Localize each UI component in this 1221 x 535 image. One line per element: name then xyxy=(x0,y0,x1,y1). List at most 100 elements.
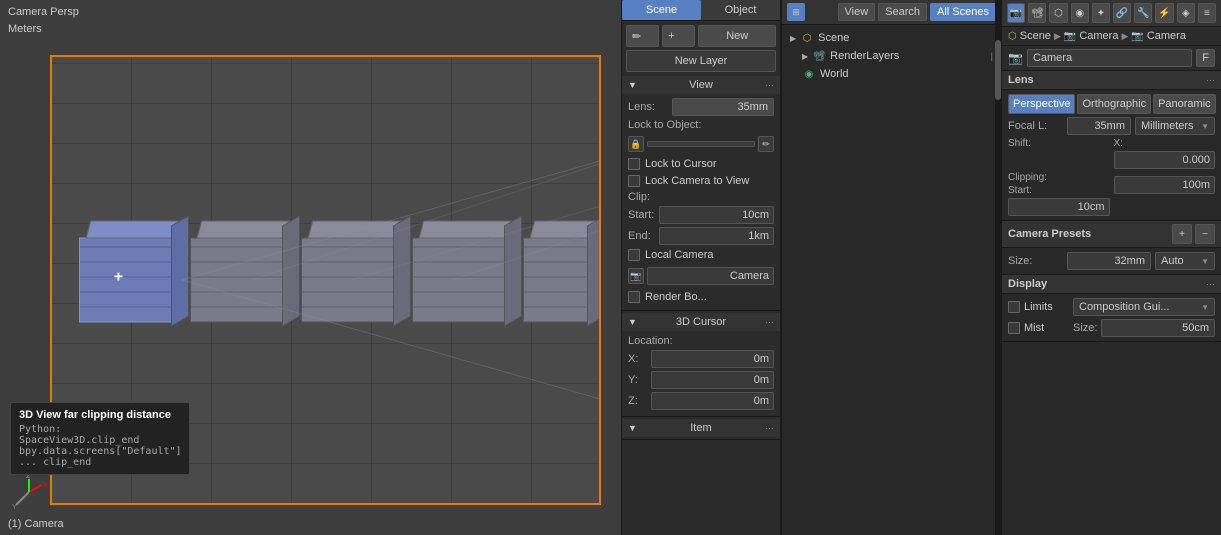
camera-name[interactable]: Camera xyxy=(647,267,774,285)
presets-section-header[interactable]: Camera Presets + − xyxy=(1002,221,1221,248)
props-camera-field: 📷 Camera F xyxy=(1002,46,1221,71)
camera-icon: 📷 xyxy=(628,268,644,284)
sensor-size-value[interactable]: 32mm xyxy=(1067,252,1151,270)
limits-row: Limits Composition Gui... ▼ xyxy=(1008,298,1215,316)
render-border-checkbox[interactable] xyxy=(628,291,640,303)
cursor-y-value[interactable]: 0m xyxy=(651,371,774,389)
viewport-canvas[interactable] xyxy=(50,55,601,505)
renderlayers-icon: 📽 xyxy=(812,49,826,63)
cube-2-lines xyxy=(191,239,282,322)
view-button[interactable]: View xyxy=(838,3,876,21)
cube-5-side xyxy=(587,215,601,326)
props-icon-more[interactable]: ≡ xyxy=(1198,3,1216,23)
outliner-icon[interactable]: ⊞ xyxy=(787,3,805,21)
clip-end-col: 100m xyxy=(1114,172,1216,216)
search-button[interactable]: Search xyxy=(878,3,927,21)
sensor-row: Size: 32mm Auto ▼ xyxy=(1008,252,1215,270)
clip-start-row: Start: 10cm xyxy=(628,206,774,224)
mist-row: Mist Size: 50cm xyxy=(1008,319,1215,337)
cursor-z-value[interactable]: 0m xyxy=(651,392,774,410)
lens-value[interactable]: 35mm xyxy=(672,98,774,116)
cube-3-top xyxy=(308,221,404,239)
mist-label: Mist xyxy=(1024,322,1069,334)
orthographic-btn[interactable]: Orthographic xyxy=(1077,94,1151,114)
display-body: Limits Composition Gui... ▼ Mist Size: 5… xyxy=(1002,294,1221,342)
sensor-size-label: Size: xyxy=(1008,255,1063,267)
cursor-z-row: Z: 0m xyxy=(628,392,774,410)
display-section-header[interactable]: Display ··· xyxy=(1002,275,1221,294)
perspective-btn[interactable]: Perspective xyxy=(1008,94,1075,114)
item-section-header[interactable]: ▼ Item ··· xyxy=(622,419,780,437)
cube-3 xyxy=(301,238,394,323)
lens-section-header[interactable]: Lens ··· xyxy=(1002,71,1221,90)
lock-cursor-checkbox[interactable] xyxy=(628,158,640,170)
scene-icon: ⬡ xyxy=(800,31,814,45)
focal-value[interactable]: 35mm xyxy=(1067,117,1131,135)
new-icon-btn[interactable]: ✏ xyxy=(626,25,659,47)
props-camera-shortcut[interactable]: F xyxy=(1196,49,1215,67)
lock-edit-btn[interactable]: ✏ xyxy=(758,136,774,152)
props-icon-constraints[interactable]: 🔗 xyxy=(1113,3,1131,23)
lock-field[interactable] xyxy=(647,141,755,147)
clip-start-label: Start: xyxy=(628,209,656,221)
cursor-y-row: Y: 0m xyxy=(628,371,774,389)
display-size-value[interactable]: 50cm xyxy=(1101,319,1215,337)
cursor-z-label: Z: xyxy=(628,395,648,407)
lock-object-label-row: Lock to Object: xyxy=(628,119,774,131)
props-icon-object[interactable]: ✦ xyxy=(1092,3,1110,23)
new-button[interactable]: New xyxy=(698,25,776,47)
item-section: ▼ Item ··· xyxy=(622,417,780,440)
props-icon-material[interactable]: ◈ xyxy=(1177,3,1195,23)
props-icon-scene[interactable]: ⬡ xyxy=(1049,3,1067,23)
new-plus-btn[interactable]: + xyxy=(662,25,695,47)
props-icon-modifiers[interactable]: 🔧 xyxy=(1134,3,1152,23)
cursor-section-header[interactable]: ▼ 3D Cursor ··· xyxy=(622,313,780,331)
clip-start-value[interactable]: 10cm xyxy=(659,206,774,224)
composition-dropdown[interactable]: Composition Gui... ▼ xyxy=(1073,298,1215,316)
breadcrumb-camera-icon2: 📷 xyxy=(1131,31,1143,42)
cursor-x-value[interactable]: 0m xyxy=(651,350,774,368)
presets-title: Camera Presets xyxy=(1008,228,1091,240)
props-icon-data[interactable]: ⚡ xyxy=(1155,3,1173,23)
view-section-header[interactable]: ▼ View ··· xyxy=(622,76,780,94)
cursor-section-title: 3D Cursor xyxy=(676,316,726,328)
tree-item-scene[interactable]: ▶ ⬡ Scene xyxy=(786,29,997,47)
side-panel: Scene Object ✏ + New New Layer ▼ View ··… xyxy=(621,0,781,535)
props-camera-name[interactable]: Camera xyxy=(1027,49,1192,67)
object-tab[interactable]: Object xyxy=(701,0,780,20)
lens-section-title: Lens xyxy=(1008,74,1034,86)
focal-unit-dropdown[interactable]: Millimeters ▼ xyxy=(1135,117,1215,135)
renderlayers-label: RenderLayers xyxy=(830,50,899,62)
breadcrumb-arrow1: ▶ xyxy=(1054,31,1061,42)
all-scenes-button[interactable]: All Scenes xyxy=(930,3,996,21)
scene-tab[interactable]: Scene xyxy=(622,0,701,20)
local-camera-checkbox[interactable] xyxy=(628,249,640,261)
lock-camera-checkbox[interactable] xyxy=(628,175,640,187)
presets-add-btn[interactable]: + xyxy=(1172,224,1192,244)
clipping-label: Clipping: xyxy=(1008,172,1110,183)
props-icon-render[interactable]: 📷 xyxy=(1007,3,1025,23)
limits-checkbox[interactable] xyxy=(1008,301,1020,313)
lens-row: Lens: 35mm xyxy=(628,98,774,116)
tree-item-renderlayers[interactable]: ▶ 📽 RenderLayers | xyxy=(786,47,997,65)
cursor-cross xyxy=(119,273,133,287)
outliner-nav: View Search All Scenes xyxy=(838,3,997,21)
mist-checkbox[interactable] xyxy=(1008,322,1020,334)
lock-camera-row: Lock Camera to View xyxy=(628,174,774,188)
clip-end-val2[interactable]: 100m xyxy=(1114,176,1216,194)
props-icon-world[interactable]: ◉ xyxy=(1071,3,1089,23)
panoramic-btn[interactable]: Panoramic xyxy=(1153,94,1216,114)
clip-end-value[interactable]: 1km xyxy=(659,227,774,245)
lock-icon-btn[interactable]: 🔒 xyxy=(628,136,644,152)
new-layer-button[interactable]: New Layer xyxy=(626,50,776,72)
shift-x-value[interactable]: 0.000 xyxy=(1114,151,1216,169)
world-icon: ◉ xyxy=(802,67,816,81)
scene-expand-arrow: ▶ xyxy=(790,34,796,43)
shift-x-label: X: xyxy=(1114,138,1216,149)
cube-4 xyxy=(412,238,505,323)
props-icon-renderlayers[interactable]: 📽 xyxy=(1028,3,1046,23)
presets-remove-btn[interactable]: − xyxy=(1195,224,1215,244)
clip-start-val2[interactable]: 10cm xyxy=(1008,198,1110,216)
sensor-type-dropdown[interactable]: Auto ▼ xyxy=(1155,252,1215,270)
tree-item-world[interactable]: ◉ World xyxy=(786,65,997,83)
